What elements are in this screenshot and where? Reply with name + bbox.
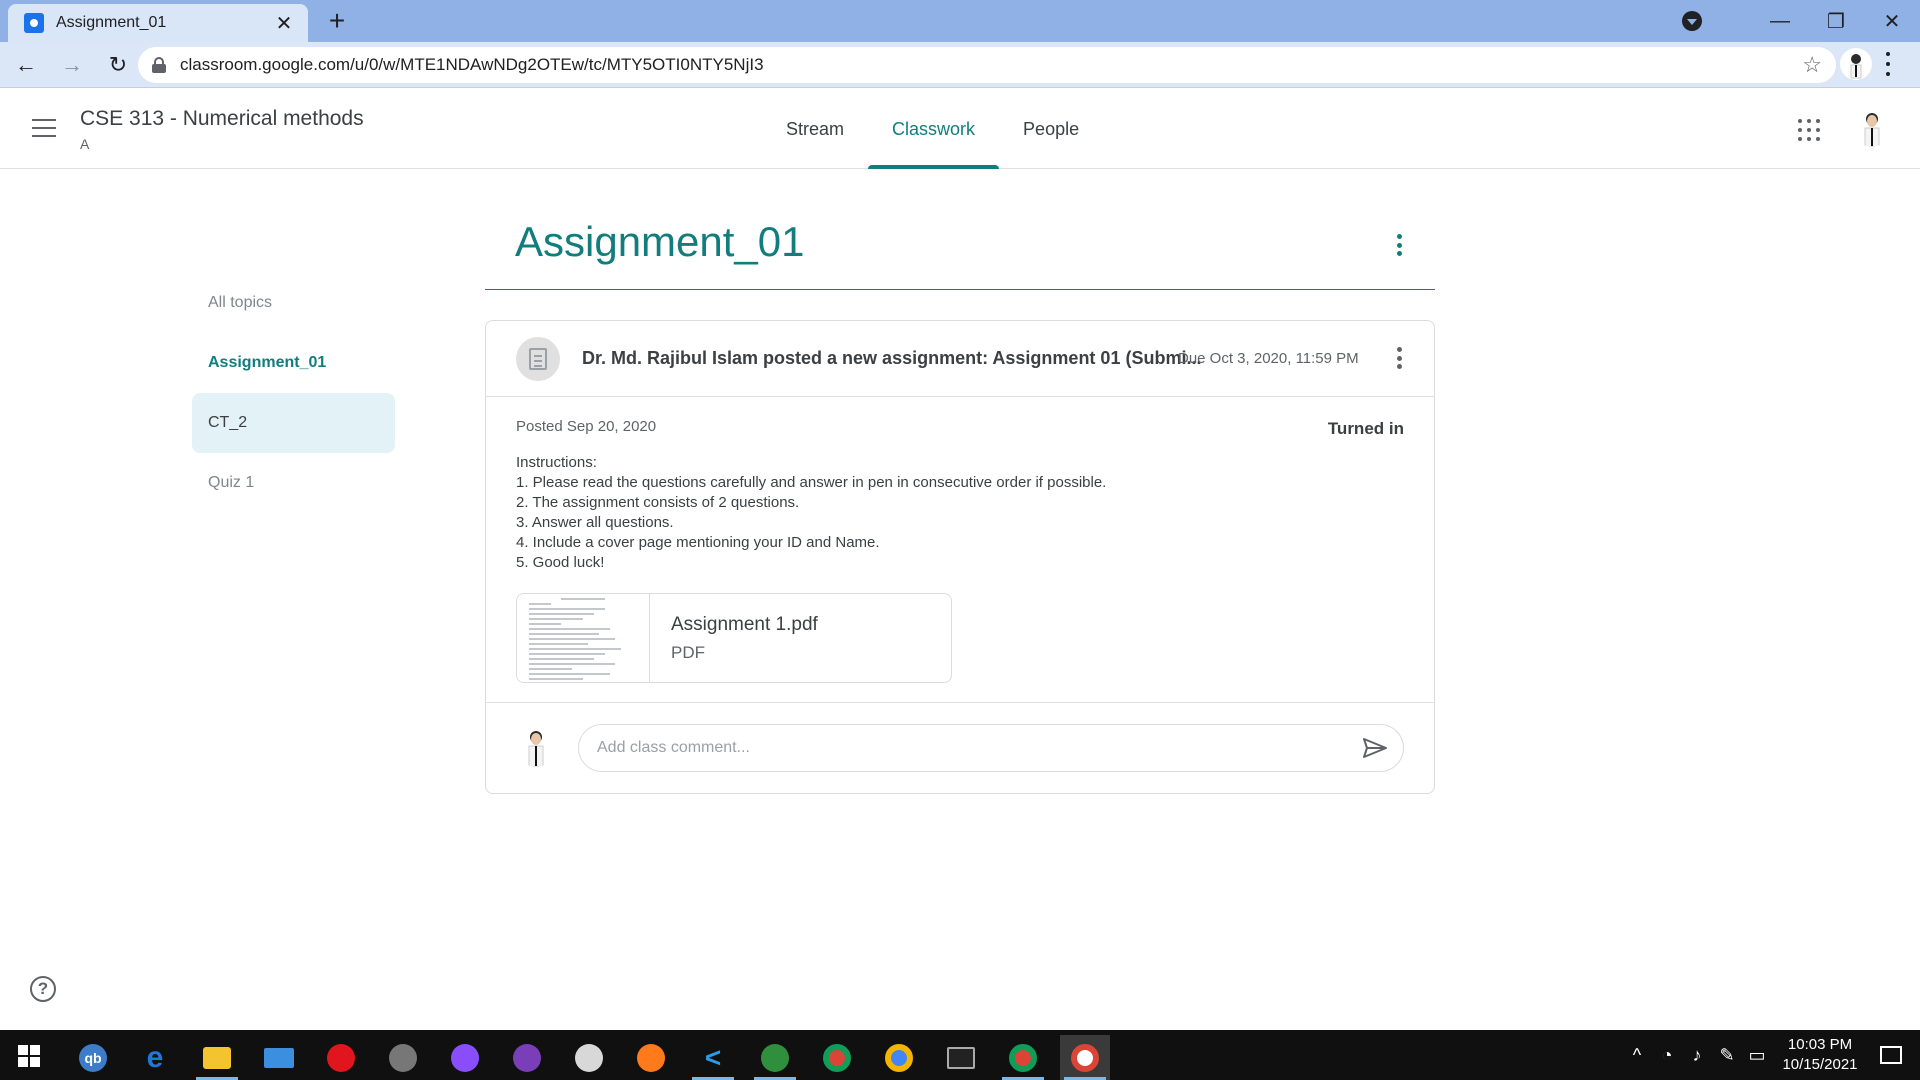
vscode-icon[interactable]: < xyxy=(688,1035,738,1080)
tray-chevron-icon[interactable]: ^ xyxy=(1622,1045,1652,1066)
instruction-line: 3. Answer all questions. xyxy=(516,514,674,531)
keyboard-icon[interactable]: ▭ xyxy=(1742,1045,1772,1066)
window-controls: — ❐ ✕ xyxy=(1682,0,1920,42)
tab-search-icon[interactable] xyxy=(1682,11,1702,31)
topic-more-icon[interactable] xyxy=(1396,234,1402,256)
github-desktop-icon[interactable] xyxy=(502,1035,552,1080)
chrome-profile-avatar[interactable] xyxy=(1840,48,1872,80)
comment-bar xyxy=(486,702,1434,793)
terminal-icon[interactable] xyxy=(936,1035,986,1080)
chrome-profile-1-icon[interactable] xyxy=(812,1035,862,1080)
topic-assignment-01[interactable]: Assignment_01 xyxy=(192,333,395,393)
assignment-more-icon[interactable] xyxy=(1396,347,1402,369)
mail-icon[interactable] xyxy=(254,1035,304,1080)
opera-icon[interactable] xyxy=(316,1035,366,1080)
status-badge: Turned in xyxy=(1327,419,1404,438)
pdf-thumbnail xyxy=(517,594,650,682)
instruction-line: 5. Good luck! xyxy=(516,554,605,571)
browser-tab-bar: Assignment_01 ✕ + — ❐ ✕ xyxy=(0,0,1920,42)
bookmark-star-icon[interactable]: ☆ xyxy=(1802,52,1822,78)
assignment-icon xyxy=(516,337,560,381)
tab-people[interactable]: People xyxy=(999,89,1103,169)
new-tab-icon[interactable]: + xyxy=(322,7,352,35)
file-explorer-icon[interactable] xyxy=(192,1035,242,1080)
satellite-app-icon[interactable] xyxy=(378,1035,428,1080)
browser-tab[interactable]: Assignment_01 ✕ xyxy=(8,4,308,42)
firefox-icon[interactable] xyxy=(626,1035,676,1080)
messenger-icon[interactable] xyxy=(440,1035,490,1080)
send-icon[interactable] xyxy=(1362,737,1388,759)
assignment-title[interactable]: Dr. Md. Rajibul Islam posted a new assig… xyxy=(582,348,1201,369)
globe-app-icon[interactable] xyxy=(750,1035,800,1080)
class-name[interactable]: CSE 313 - Numerical methods xyxy=(80,107,364,131)
chrome-icon[interactable] xyxy=(874,1035,924,1080)
windows-taskbar: qb e < ^ ◔ ♪ ✎ ▭ 10:03 PM 10/15/2021 xyxy=(0,1030,1920,1080)
topic-divider xyxy=(485,289,1435,290)
topic-all[interactable]: All topics xyxy=(192,273,395,333)
paint-app-icon[interactable] xyxy=(564,1035,614,1080)
chrome-menu-icon[interactable] xyxy=(1886,52,1892,76)
browser-toolbar: ← → ↻ classroom.google.com/u/0/w/MTE1NDA… xyxy=(0,42,1920,88)
instructions-header: Instructions: xyxy=(516,454,597,471)
qbittorrent-icon[interactable]: qb xyxy=(68,1035,118,1080)
notification-icon[interactable] xyxy=(1880,1046,1902,1064)
tab-close-icon[interactable]: ✕ xyxy=(272,11,296,36)
instruction-line: 4. Include a cover page mentioning your … xyxy=(516,534,880,551)
system-tray: ^ ◔ ♪ ✎ ▭ 10:03 PM 10/15/2021 xyxy=(1622,1030,1920,1080)
browser-tab-title: Assignment_01 xyxy=(56,14,167,31)
instruction-line: 1. Please read the questions carefully a… xyxy=(516,474,1107,491)
account-avatar[interactable] xyxy=(1852,107,1892,147)
posted-date: Posted Sep 20, 2020 xyxy=(516,418,657,435)
instruction-line: 2. The assignment consists of 2 question… xyxy=(516,494,800,511)
topic-quiz-1[interactable]: Quiz 1 xyxy=(192,453,395,513)
wifi-icon[interactable]: ◔ xyxy=(1652,1045,1682,1066)
help-icon[interactable]: ? xyxy=(30,976,56,1002)
window-close-icon[interactable]: ✕ xyxy=(1864,9,1920,34)
clock[interactable]: 10:03 PM 10/15/2021 xyxy=(1778,1035,1862,1075)
clock-time: 10:03 PM xyxy=(1787,1036,1853,1053)
volume-icon[interactable]: ♪ xyxy=(1682,1045,1712,1066)
class-comment-input[interactable] xyxy=(578,724,1404,772)
forward-icon[interactable]: → xyxy=(52,45,92,85)
tab-stream[interactable]: Stream xyxy=(762,89,868,169)
clock-date: 10/15/2021 xyxy=(1782,1056,1858,1073)
topic-ct-2[interactable]: CT_2 xyxy=(192,393,395,453)
topic-heading: Assignment_01 xyxy=(515,218,805,265)
url-text[interactable]: classroom.google.com/u/0/w/MTE1NDAwNDg2O… xyxy=(180,55,1802,75)
attachment-name: Assignment 1.pdf xyxy=(671,614,818,635)
classroom-favicon-icon xyxy=(24,13,44,33)
reload-icon[interactable]: ↻ xyxy=(98,45,138,85)
attachment-type: PDF xyxy=(671,643,705,662)
chrome-profile-2-icon[interactable] xyxy=(998,1035,1048,1080)
edge-icon[interactable]: e xyxy=(130,1035,180,1080)
restore-icon[interactable]: ❐ xyxy=(1808,9,1864,34)
minimize-icon[interactable]: — xyxy=(1752,10,1808,33)
class-section: A xyxy=(80,136,90,152)
pen-icon[interactable]: ✎ xyxy=(1712,1045,1742,1066)
windows-start-icon[interactable] xyxy=(18,1045,40,1067)
chrome-active-icon[interactable] xyxy=(1060,1035,1110,1080)
tab-classwork[interactable]: Classwork xyxy=(868,89,1000,169)
google-apps-icon[interactable] xyxy=(1798,119,1820,141)
topics-list: All topics Assignment_01 CT_2 Quiz 1 xyxy=(192,273,395,513)
class-tabs: Stream Classwork People xyxy=(762,89,1103,169)
lock-icon[interactable] xyxy=(152,57,166,73)
instructions: Instructions: 1. Please read the questio… xyxy=(516,453,1106,573)
assignment-header[interactable]: Dr. Md. Rajibul Islam posted a new assig… xyxy=(486,321,1434,397)
address-bar[interactable]: classroom.google.com/u/0/w/MTE1NDAwNDg2O… xyxy=(138,47,1836,83)
assignment-card: Dr. Md. Rajibul Islam posted a new assig… xyxy=(485,320,1435,794)
classroom-header: CSE 313 - Numerical methods A Stream Cla… xyxy=(0,89,1920,169)
due-date: Due Oct 3, 2020, 11:59 PM xyxy=(1178,350,1359,367)
attachment-card[interactable]: Assignment 1.pdf PDF xyxy=(516,593,952,683)
main-menu-icon[interactable] xyxy=(32,119,56,137)
back-icon[interactable]: ← xyxy=(6,45,46,85)
avatar xyxy=(516,727,556,767)
